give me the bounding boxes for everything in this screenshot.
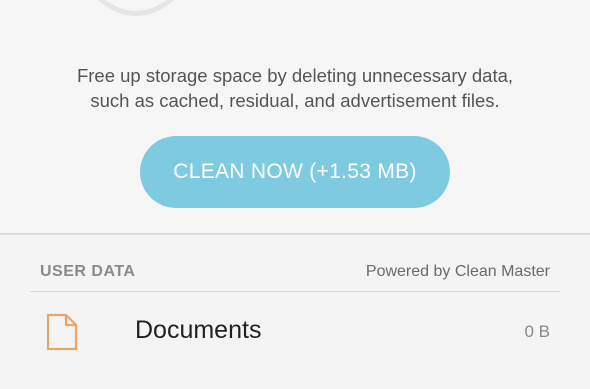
document-icon (44, 313, 80, 351)
clean-description: Free up storage space by deleting unnece… (0, 63, 590, 113)
description-line-1: Free up storage space by deleting unnece… (76, 65, 514, 86)
storage-summary-panel: Free up storage space by deleting unnece… (0, 0, 590, 233)
documents-size: 0 B (524, 322, 550, 341)
header-divider (30, 291, 560, 292)
storage-usage-ring (70, 0, 202, 16)
powered-by-label: Powered by Clean Master (365, 263, 550, 280)
description-line-2: such as cached, residual, and advertisem… (90, 90, 500, 111)
user-data-section: USER DATA Powered by Clean Master Docume… (0, 235, 590, 389)
user-data-header: USER DATA (40, 263, 136, 280)
clean-now-button[interactable]: CLEAN NOW (+1.53 MB) (140, 136, 450, 208)
documents-label: Documents (135, 316, 262, 344)
storage-cleaner-screen: Free up storage space by deleting unnece… (0, 0, 590, 389)
list-item-documents[interactable]: Documents 0 B (30, 295, 560, 367)
